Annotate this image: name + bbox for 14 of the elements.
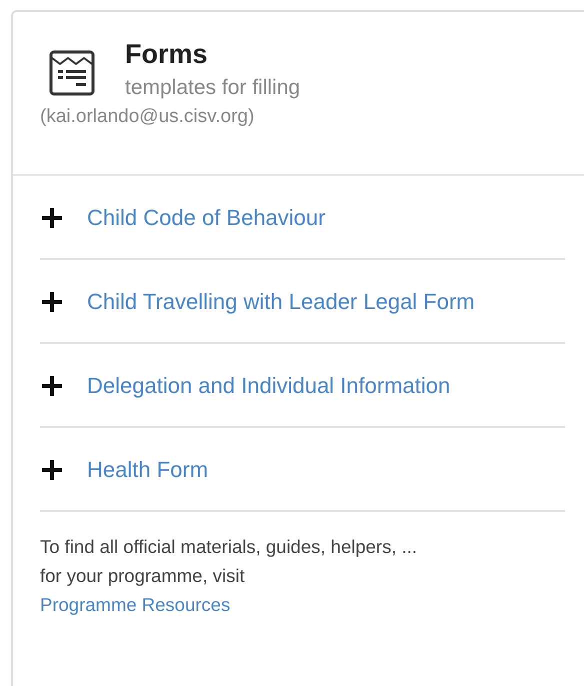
account-email: (kai.orlando@us.cisv.org) [40,105,256,129]
form-link[interactable]: Child Code of Behaviour [87,202,326,234]
plus-icon[interactable] [42,292,62,312]
plus-icon[interactable] [42,208,62,228]
resources-note: To find all official materials, guides, helpers, ... for your programme, visit Programme Resources [40,535,418,617]
card-title: Forms [125,38,209,71]
form-link[interactable]: Delegation and Individual Information [87,370,450,402]
form-icon [48,49,96,97]
resources-link[interactable]: Programme Resources [40,594,230,615]
plus-icon[interactable] [42,376,62,396]
form-link[interactable]: Health Form [87,454,208,486]
plus-icon[interactable] [42,460,62,480]
card-subtitle: templates for filling [125,75,300,101]
form-link[interactable]: Child Travelling with Leader Legal Form [87,286,475,318]
